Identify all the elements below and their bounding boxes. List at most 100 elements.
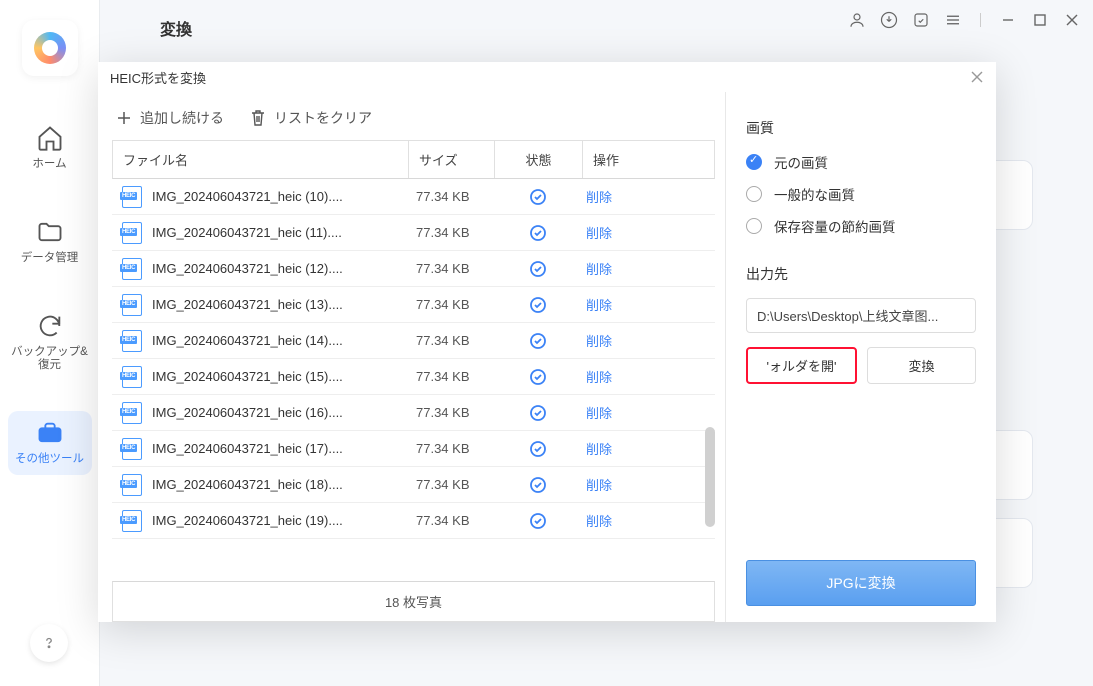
home-icon (36, 124, 64, 152)
heic-file-icon (122, 222, 142, 244)
heic-file-icon (122, 258, 142, 280)
delete-link[interactable]: 削除 (582, 511, 666, 530)
heic-file-icon (122, 330, 142, 352)
delete-link[interactable]: 削除 (582, 331, 666, 350)
table-row[interactable]: IMG_202406043721_heic (19)....77.34 KB削除 (112, 503, 715, 539)
sidebar: ホーム データ管理 バックアップ& 復元 その他ツール (0, 0, 100, 686)
status-ok-icon (494, 260, 582, 278)
delete-link[interactable]: 削除 (582, 187, 666, 206)
help-button[interactable] (30, 624, 68, 662)
modal-header: HEIC形式を変換 (98, 62, 996, 92)
file-size: 77.34 KB (408, 513, 494, 528)
output-path-field[interactable]: D:\Users\Desktop\上线文章图... (746, 298, 976, 333)
table-row[interactable]: IMG_202406043721_heic (16).... 77.34 KB 削除 (112, 395, 715, 431)
file-size: 77.34 KB (408, 369, 494, 384)
sidebar-item-data[interactable]: データ管理 (8, 210, 92, 274)
add-more-button[interactable]: 追加し続ける (116, 108, 224, 128)
radio-dot (746, 154, 762, 170)
file-size: 77.34 KB (408, 441, 494, 456)
col-filename: ファイル名 (113, 141, 409, 178)
clear-list-button[interactable]: リストをクリア (250, 108, 372, 128)
col-size: サイズ (409, 141, 495, 178)
list-actions: 追加し続ける リストをクリア (112, 102, 715, 140)
table-footer: 18 枚写真 (112, 581, 715, 622)
table-row[interactable]: IMG_202406043721_heic (11).... 77.34 KB 削除 (112, 215, 715, 251)
radio-label: 一般的な画質 (774, 184, 855, 204)
sidebar-item-home[interactable]: ホーム (8, 116, 92, 180)
open-folder-button[interactable]: 'ォルダを開' (746, 347, 857, 384)
file-name: IMG_202406043721_heic (13).... (152, 297, 343, 312)
status-ok-icon (494, 476, 582, 494)
page-title: 変換 (160, 16, 1033, 40)
delete-link[interactable]: 削除 (582, 475, 666, 494)
file-name: IMG_202406043721_heic (14).... (152, 333, 343, 348)
status-ok-icon (494, 296, 582, 314)
status-ok-icon (494, 440, 582, 458)
sidebar-item-label: バックアップ& 復元 (11, 346, 88, 374)
status-ok-icon (494, 368, 582, 386)
status-ok-icon (494, 188, 582, 206)
delete-link[interactable]: 削除 (582, 223, 666, 242)
convert-to-jpg-button[interactable]: JPGに変換 (746, 560, 976, 606)
settings-panel: 画質 元の画質一般的な画質保存容量の節約画質 出力先 D:\Users\Desk… (726, 92, 996, 622)
file-name: IMG_202406043721_heic (10).... (152, 189, 343, 204)
status-ok-icon (494, 224, 582, 242)
table-row[interactable]: IMG_202406043721_heic (15).... 77.34 KB 削除 (112, 359, 715, 395)
file-size: 77.34 KB (408, 297, 494, 312)
sidebar-item-label: その他ツール (15, 453, 84, 467)
quality-radio[interactable]: 保存容量の節約画質 (746, 216, 976, 236)
file-name: IMG_202406043721_heic (16).... (152, 405, 343, 420)
help-icon (40, 634, 58, 652)
file-name: IMG_202406043721_heic (17).... (152, 441, 343, 456)
toolbox-icon (36, 419, 64, 447)
sidebar-item-label: ホーム (32, 158, 66, 172)
table-body: IMG_202406043721_heic (10)....77.34 KB削除… (112, 179, 715, 581)
app-logo (22, 20, 78, 76)
modal-close-icon[interactable] (970, 70, 984, 84)
file-size: 77.34 KB (408, 225, 494, 240)
table-row[interactable]: IMG_202406043721_heic (13).... 77.34 KB 削除 (112, 287, 715, 323)
heic-file-icon (122, 294, 142, 316)
plus-icon (116, 110, 132, 126)
sidebar-item-backup[interactable]: バックアップ& 復元 (8, 304, 92, 382)
delete-link[interactable]: 削除 (582, 403, 666, 422)
sidebar-item-other-tools[interactable]: その他ツール (8, 411, 92, 475)
status-ok-icon (494, 512, 582, 530)
col-operation: 操作 (583, 141, 667, 178)
file-list-panel: 追加し続ける リストをクリア ファイル名 サイズ 状態 操作 IMG_20240… (98, 92, 726, 622)
convert-button[interactable]: 変換 (867, 347, 976, 384)
quality-radio[interactable]: 一般的な画質 (746, 184, 976, 204)
quality-radio-group: 元の画質一般的な画質保存容量の節約画質 (746, 152, 976, 236)
delete-link[interactable]: 削除 (582, 295, 666, 314)
table-header: ファイル名 サイズ 状態 操作 (112, 140, 715, 179)
file-size: 77.34 KB (408, 405, 494, 420)
file-size: 77.34 KB (408, 261, 494, 276)
table-row[interactable]: IMG_202406043721_heic (14).... 77.34 KB 削除 (112, 323, 715, 359)
refresh-icon (36, 312, 64, 340)
delete-link[interactable]: 削除 (582, 259, 666, 278)
modal-title: HEIC形式を変換 (110, 68, 206, 87)
file-name: IMG_202406043721_heic (18).... (152, 477, 343, 492)
file-name: IMG_202406043721_heic (12).... (152, 261, 343, 276)
heic-file-icon (122, 510, 142, 532)
file-name: IMG_202406043721_heic (11).... (152, 225, 342, 240)
table-row[interactable]: IMG_202406043721_heic (12).... 77.34 KB 削除 (112, 251, 715, 287)
file-size: 77.34 KB (408, 477, 494, 492)
heic-file-icon (122, 366, 142, 388)
radio-label: 保存容量の節約画質 (774, 216, 896, 236)
table-row[interactable]: IMG_202406043721_heic (17).... 77.34 KB 削除 (112, 431, 715, 467)
heic-file-icon (122, 186, 142, 208)
table-row[interactable]: IMG_202406043721_heic (10)....77.34 KB削除 (112, 179, 715, 215)
sidebar-item-label: データ管理 (21, 252, 79, 266)
heic-convert-modal: HEIC形式を変換 追加し続ける リストをクリア ファイル名 サイズ 状態 操作 (98, 62, 996, 622)
radio-dot (746, 186, 762, 202)
table-row[interactable]: IMG_202406043721_heic (18).... 77.34 KB 削除 (112, 467, 715, 503)
trash-icon (250, 109, 266, 127)
file-name: IMG_202406043721_heic (15).... (152, 369, 343, 384)
delete-link[interactable]: 削除 (582, 367, 666, 386)
file-size: 77.34 KB (408, 333, 494, 348)
delete-link[interactable]: 削除 (582, 439, 666, 458)
quality-radio[interactable]: 元の画質 (746, 152, 976, 172)
radio-dot (746, 218, 762, 234)
scrollbar[interactable] (705, 427, 715, 527)
